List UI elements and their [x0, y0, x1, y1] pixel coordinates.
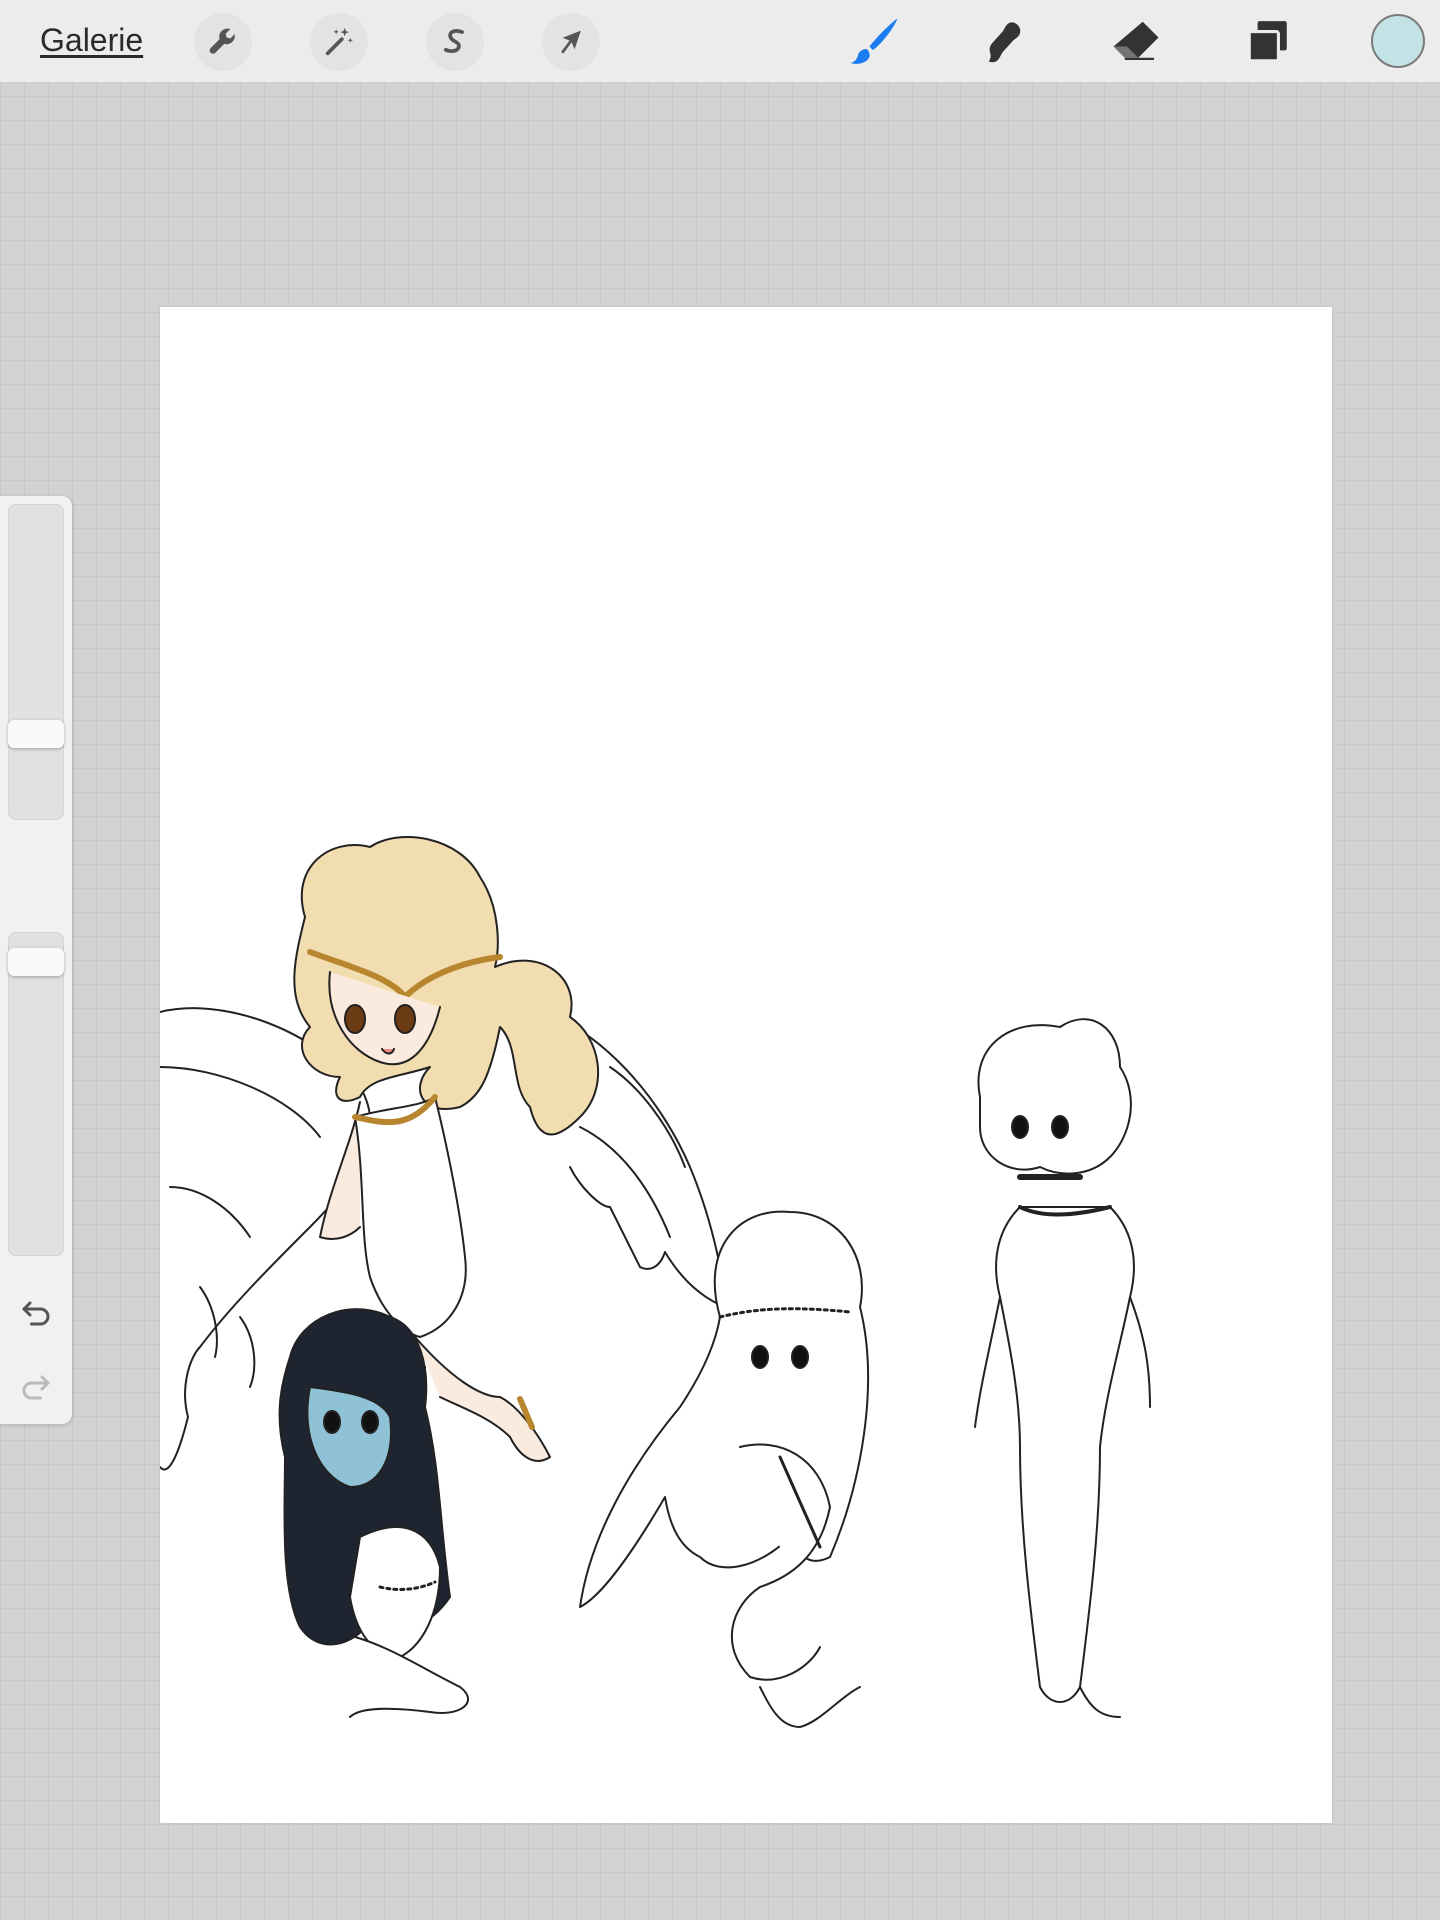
wrench-icon: [209, 28, 236, 54]
left-sidebar: [0, 496, 72, 1424]
magic-wand-icon: [325, 27, 353, 56]
top-toolbar: Galerie: [0, 0, 1440, 83]
smudge-button[interactable]: [972, 10, 1036, 74]
opacity-slider-thumb[interactable]: [8, 948, 64, 976]
right-character-hair: [977, 1018, 1132, 1175]
eraser-button[interactable]: [1104, 10, 1168, 74]
opacity-slider[interactable]: [8, 932, 64, 1256]
center-character-hair: [579, 1210, 870, 1608]
drawing-canvas[interactable]: [159, 307, 1332, 1823]
layers-button[interactable]: [1236, 10, 1300, 74]
layers-icon: [1247, 21, 1287, 63]
selection-button[interactable]: [426, 13, 484, 71]
undo-button[interactable]: [14, 1290, 58, 1334]
selection-s-icon: [443, 29, 464, 53]
eraser-icon: [1113, 21, 1159, 60]
brush-icon: [850, 18, 898, 64]
adjustments-button[interactable]: [310, 13, 368, 71]
angel-dress: [354, 1096, 467, 1338]
redo-icon: [22, 1375, 50, 1400]
gallery-link[interactable]: Galerie: [40, 22, 143, 59]
color-picker-button[interactable]: [1371, 14, 1425, 68]
brush-size-slider[interactable]: [8, 504, 64, 820]
smudge-icon: [988, 22, 1021, 63]
redo-button[interactable]: [14, 1364, 58, 1408]
undo-icon: [22, 1301, 50, 1326]
brush-button[interactable]: [842, 10, 906, 74]
brush-size-slider-thumb[interactable]: [8, 720, 64, 748]
transform-button[interactable]: [542, 13, 600, 71]
artwork-illustration: [159, 836, 1151, 1728]
actions-button[interactable]: [194, 13, 252, 71]
arrow-cursor-icon: [561, 30, 581, 54]
